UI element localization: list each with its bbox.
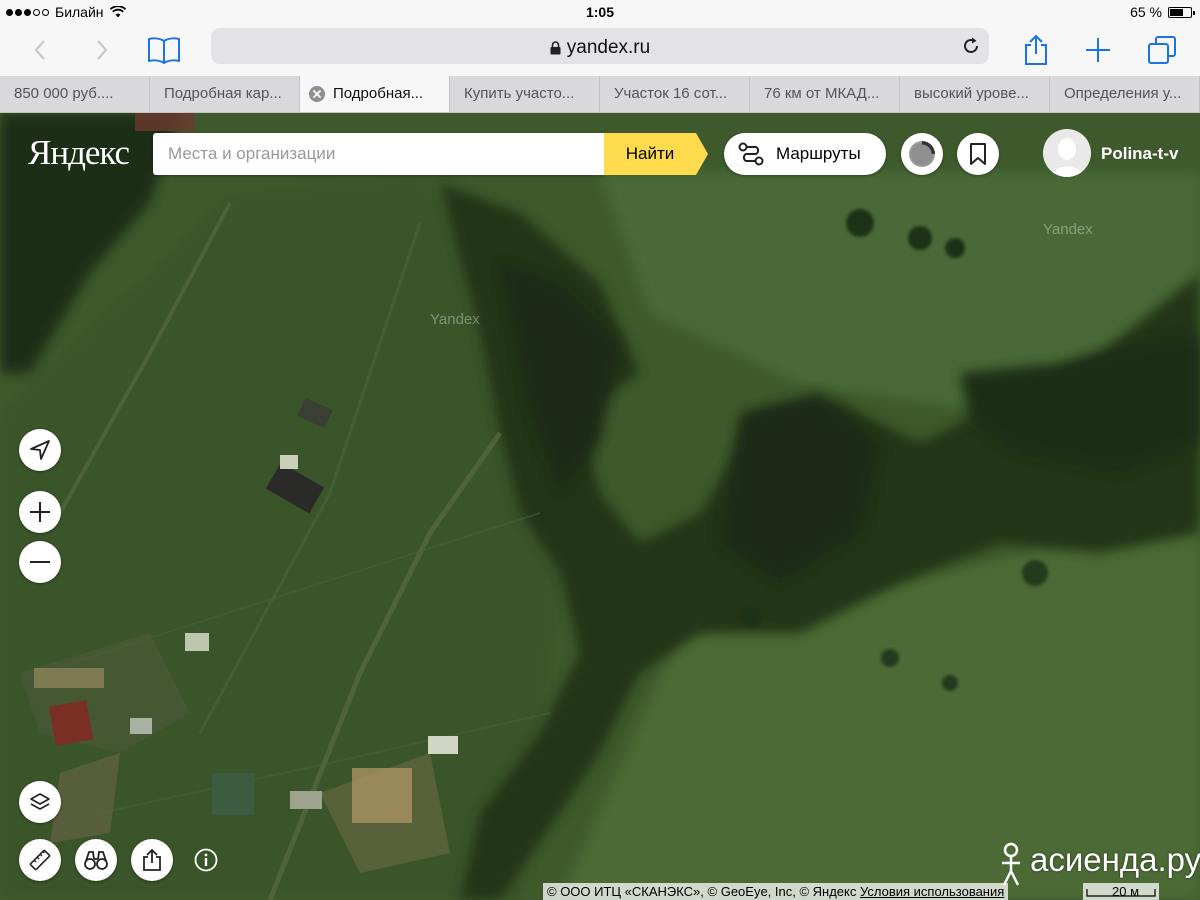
routes-button[interactable]: Маршруты [724, 133, 886, 175]
username[interactable]: Polina-t-v [1101, 144, 1178, 164]
close-tab-icon[interactable] [309, 86, 325, 102]
scale-label: 20 м [1112, 884, 1140, 899]
tab-label: 76 км от МКАД... [764, 85, 880, 102]
tab-label: 850 000 руб.... [14, 85, 114, 102]
traffic-icon [909, 141, 935, 167]
wifi-icon [109, 6, 126, 18]
url-text: yandex.ru [566, 37, 651, 58]
browser-toolbar: yandex.ru [0, 24, 1200, 76]
routes-label: Маршруты [776, 144, 861, 163]
share-icon [1025, 34, 1047, 65]
tab-label: Купить участо... [464, 85, 575, 102]
tab-label: Участок 16 сот... [614, 85, 728, 102]
binoculars-icon [84, 851, 108, 870]
bookmarks-map-button[interactable] [957, 133, 999, 175]
tab-active[interactable]: Подробная... [300, 76, 450, 112]
tab-label: Подробная... [333, 85, 424, 102]
route-icon [738, 142, 764, 166]
map-view[interactable]: Yandex Yandex Яндекс Места и организации… [0, 113, 1200, 900]
satellite-imagery[interactable] [0, 113, 1200, 900]
info-icon[interactable] [194, 848, 218, 872]
tab[interactable]: Определения у... [1050, 76, 1200, 112]
bookmarks-button[interactable] [144, 30, 184, 70]
tab[interactable]: Купить участо... [450, 76, 600, 112]
tab-label: Подробная кар... [164, 85, 282, 102]
location-arrow-icon [30, 440, 50, 460]
user-silhouette-icon [1051, 138, 1083, 177]
share-page-button[interactable] [1016, 30, 1056, 70]
share-map-button[interactable] [131, 839, 173, 881]
terms-link[interactable]: Условия использования [860, 884, 1004, 899]
zoom-out-button[interactable] [19, 541, 61, 583]
map-copyright: © ООО ИТЦ «СКАНЭКС», © GeoEye, Inc, © Ян… [543, 883, 1009, 900]
status-bar: Билайн 1:05 65 % [0, 0, 1200, 24]
plus-icon [1086, 38, 1110, 62]
lock-icon [550, 41, 561, 55]
site-watermark: асиенда.ру [996, 841, 1200, 886]
tab[interactable]: 850 000 руб.... [0, 76, 150, 112]
battery-icon [1168, 6, 1195, 18]
ruler-icon [29, 849, 51, 871]
plus-icon [30, 502, 50, 522]
site-watermark-text: асиенда.ру [1030, 841, 1200, 878]
copyright-text: © ООО ИТЦ «СКАНЭКС», © GeoEye, Inc, © Ян… [547, 884, 857, 899]
reload-icon[interactable] [961, 36, 981, 56]
url-display: yandex.ru [211, 37, 989, 59]
zoom-in-button[interactable] [19, 491, 61, 533]
tab-label: высокий урове... [914, 85, 1029, 102]
new-tab-button[interactable] [1078, 30, 1118, 70]
carrier-name: Билайн [55, 4, 104, 20]
tab[interactable]: Участок 16 сот... [600, 76, 750, 112]
search-button[interactable]: Найти [604, 133, 708, 175]
tab-bar: 850 000 руб.... Подробная кар... Подробная… [0, 76, 1200, 113]
search-placeholder: Места и организации [168, 144, 336, 163]
map-watermark: Yandex [1043, 221, 1093, 238]
ruler-button[interactable] [19, 839, 61, 881]
layers-button[interactable] [19, 781, 61, 823]
back-button[interactable] [20, 30, 60, 70]
minus-icon [30, 561, 50, 563]
status-time: 1:05 [585, 4, 615, 20]
status-right: 65 % [1130, 4, 1195, 20]
book-icon [148, 37, 180, 64]
figure-logo-icon [1002, 842, 1020, 886]
locate-me-button[interactable] [19, 429, 61, 471]
address-bar[interactable]: yandex.ru [211, 28, 989, 64]
share-icon [143, 848, 161, 871]
tab[interactable]: высокий урове... [900, 76, 1050, 112]
bookmark-icon [970, 143, 986, 165]
tab[interactable]: 76 км от МКАД... [750, 76, 900, 112]
chevron-right-icon [97, 40, 108, 60]
tab[interactable]: Подробная кар... [150, 76, 300, 112]
map-watermark: Yandex [430, 311, 480, 328]
traffic-button[interactable] [901, 133, 943, 175]
panorama-button[interactable] [75, 839, 117, 881]
layers-icon [30, 793, 50, 810]
avatar[interactable] [1043, 129, 1091, 177]
tab-overview-button[interactable] [1142, 30, 1182, 70]
battery-percent: 65 % [1130, 4, 1162, 20]
status-left: Билайн [6, 4, 126, 20]
signal-strength-icon [6, 8, 49, 16]
search-input[interactable]: Места и организации [153, 133, 605, 175]
forward-button[interactable] [82, 30, 122, 70]
yandex-logo[interactable]: Яндекс [28, 133, 130, 173]
chevron-left-icon [34, 40, 45, 60]
tabs-icon [1148, 36, 1176, 64]
tab-label: Определения у... [1064, 85, 1182, 102]
